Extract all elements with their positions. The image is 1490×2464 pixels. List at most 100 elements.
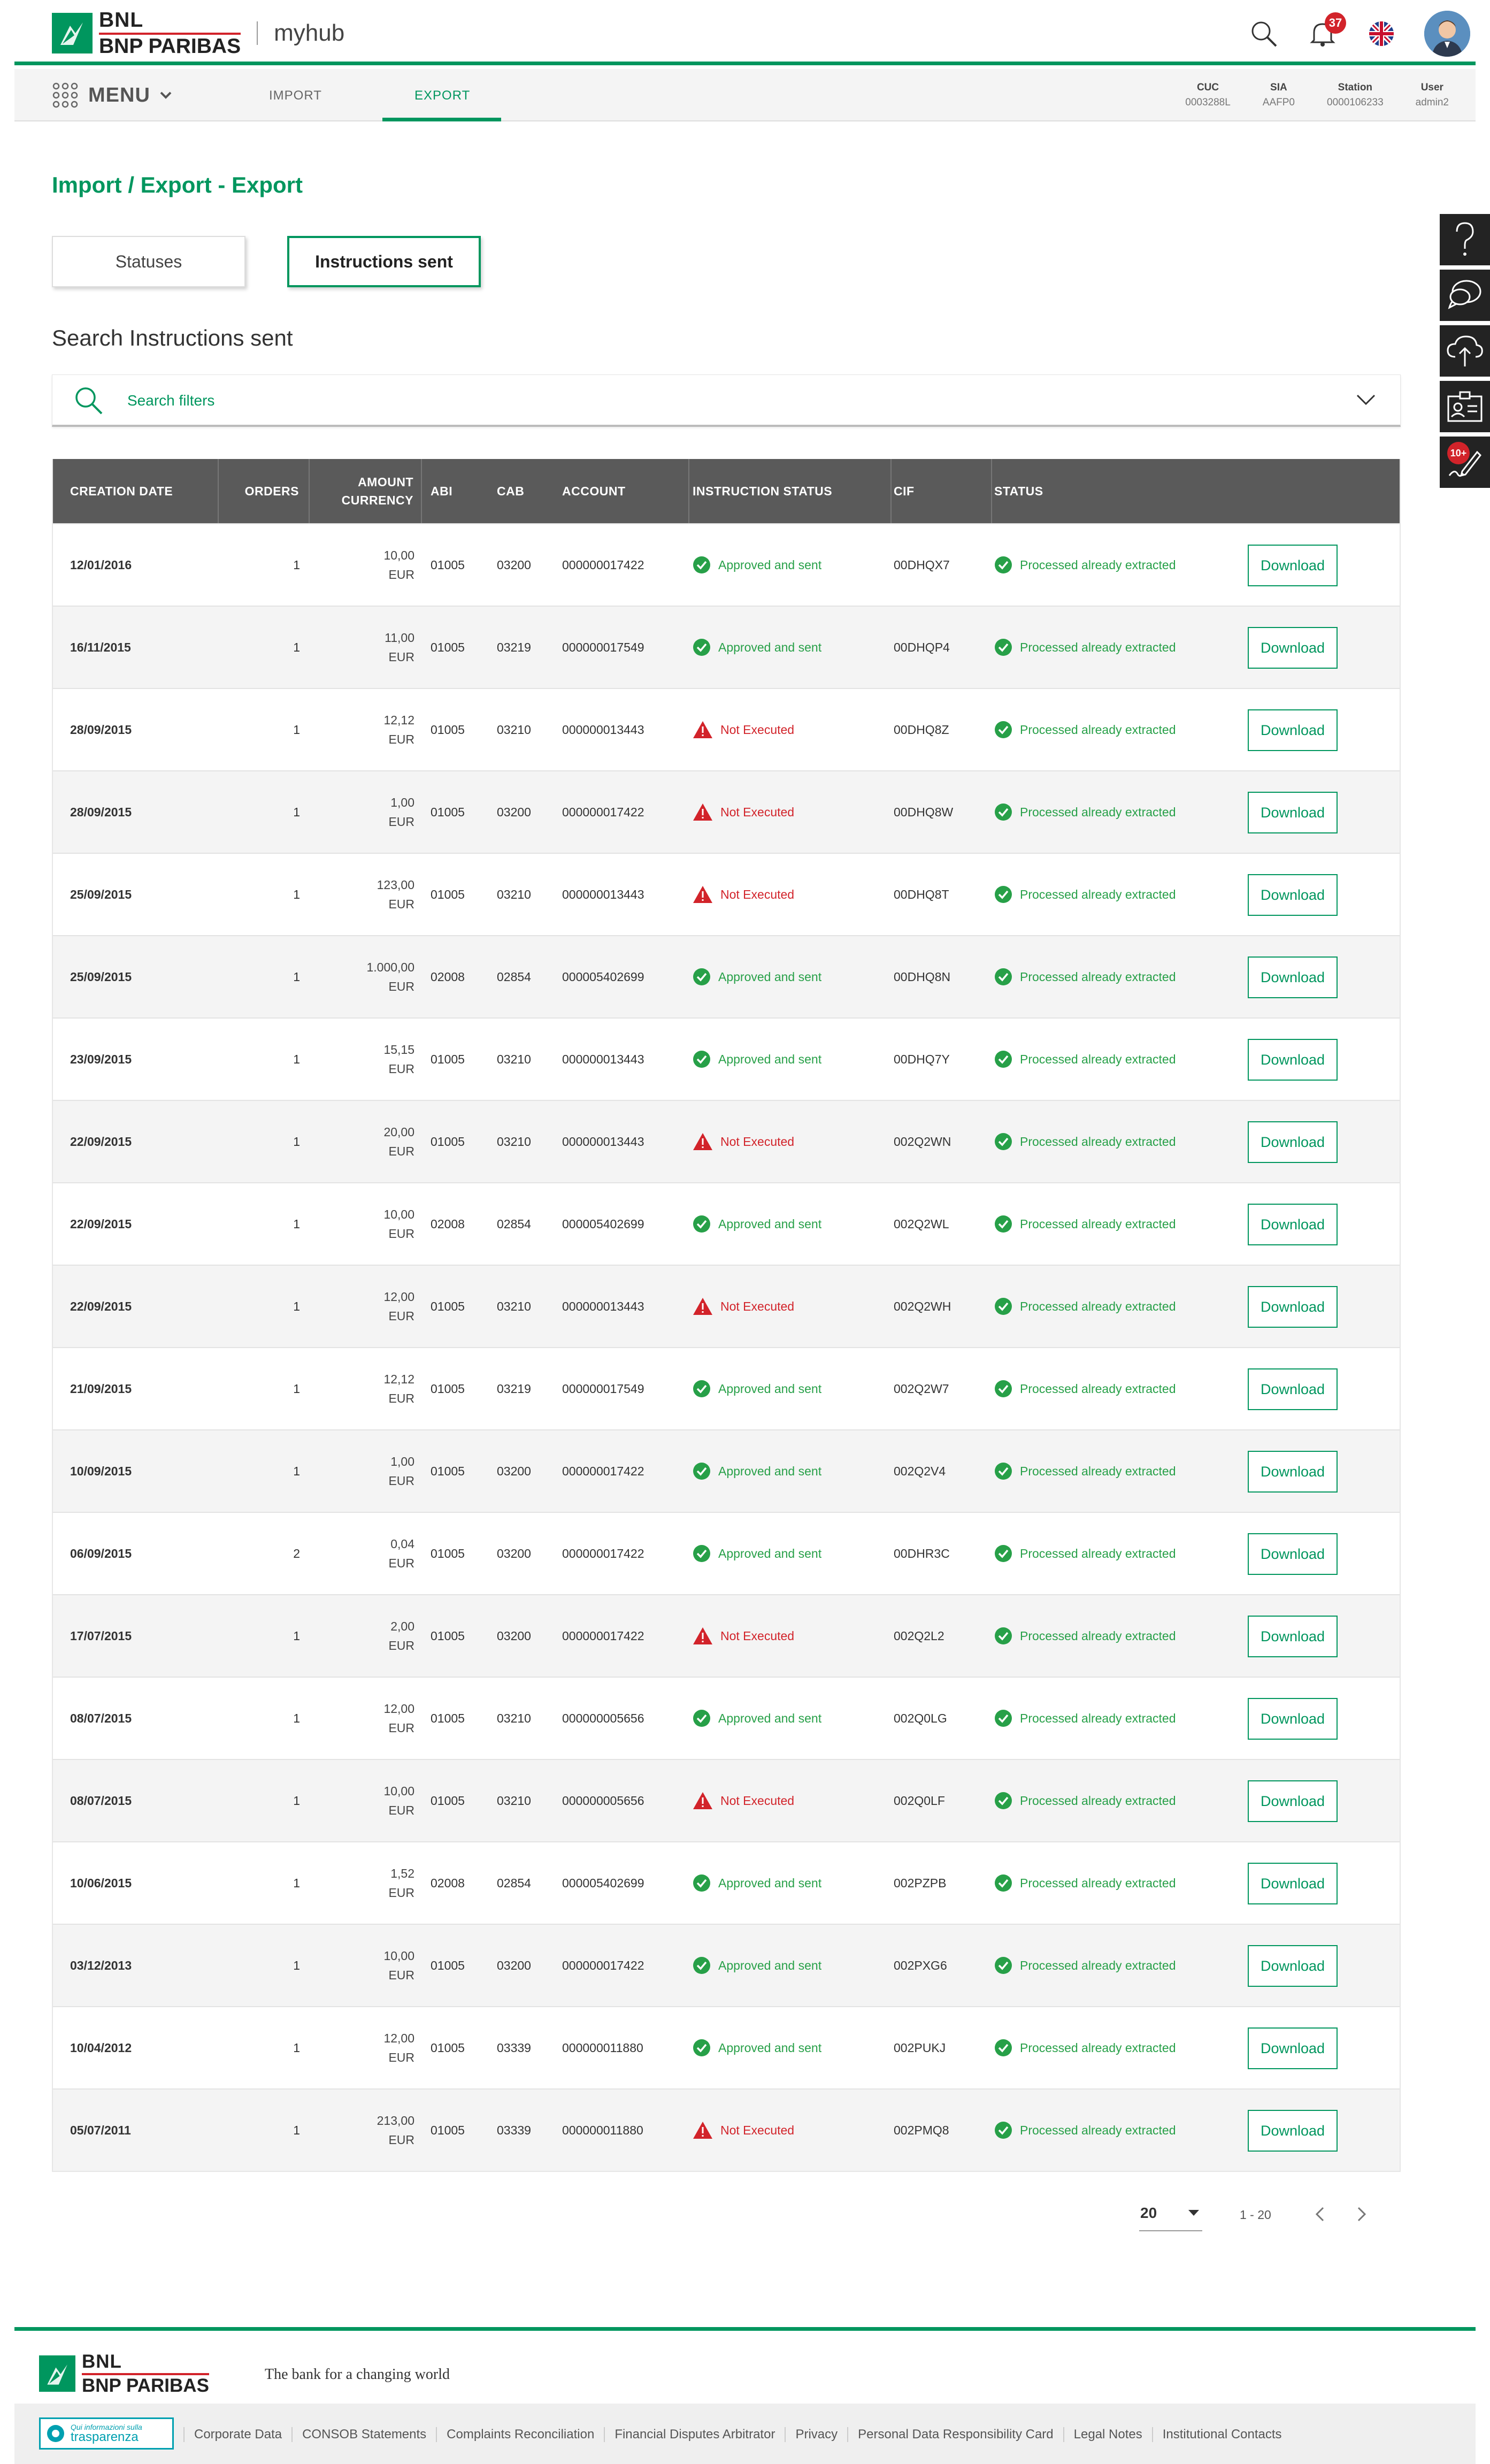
cell-orders: 1 — [293, 1793, 300, 1808]
transparency-badge[interactable]: Qui informazioni sulla trasparenza — [39, 2417, 174, 2450]
check-circle-icon — [693, 1874, 710, 1892]
download-button[interactable]: Download — [1248, 1616, 1338, 1657]
tab-export[interactable]: EXPORT — [414, 88, 470, 103]
download-button[interactable]: Download — [1248, 545, 1338, 586]
col-account[interactable]: ACCOUNT — [562, 459, 689, 523]
check-circle-icon — [995, 1463, 1012, 1480]
footer-logo[interactable]: BNL BNP PARIBAS — [39, 2352, 209, 2395]
check-circle-icon — [693, 1710, 710, 1727]
col-abi[interactable]: ABI — [431, 459, 495, 523]
col-amount-currency[interactable]: AMOUNT CURRENCY — [310, 459, 422, 523]
table-row: 08/07/2015 1 10,00 EUR 01005 03210 00000000565… — [53, 1759, 1400, 1841]
status-label: Processed already extracted — [1020, 1216, 1176, 1231]
cell-cab: 03219 — [497, 1381, 531, 1396]
help-button[interactable] — [1440, 214, 1490, 265]
uk-flag-icon[interactable] — [1365, 18, 1397, 50]
footer-link-personal-data[interactable]: Personal Data Responsibility Card — [847, 2427, 1063, 2442]
footer-brand-line1: BNL — [82, 2351, 122, 2372]
cell-status: Processed already extracted — [994, 936, 1176, 1017]
footer-link-complaints[interactable]: Complaints Reconciliation — [436, 2427, 604, 2442]
footer-link-institutional-contacts[interactable]: Institutional Contacts — [1151, 2427, 1292, 2442]
transparency-icon — [47, 2425, 64, 2442]
cell-cif: 002Q0LG — [894, 1711, 947, 1725]
cell-orders: 1 — [293, 640, 300, 654]
cell-cab: 03339 — [497, 2123, 531, 2137]
col-instruction-status[interactable]: INSTRUCTION STATUS — [693, 459, 892, 523]
col-cab[interactable]: CAB — [497, 459, 561, 523]
download-button[interactable]: Download — [1248, 1780, 1338, 1822]
amount-value: 1,00 — [390, 1455, 414, 1468]
cell-instruction-status: Not Executed — [693, 2090, 794, 2171]
search-icon[interactable] — [1248, 18, 1280, 50]
status-label: Processed already extracted — [1020, 1628, 1176, 1643]
instruction-status-label: Not Executed — [720, 722, 795, 737]
cell-cab: 03200 — [497, 1958, 531, 1972]
download-button[interactable]: Download — [1248, 2027, 1338, 2069]
next-page-button[interactable] — [1355, 2203, 1368, 2228]
search-filters-toggle[interactable]: Search filters — [52, 374, 1401, 427]
footer-link-privacy[interactable]: Privacy — [785, 2427, 847, 2442]
download-button[interactable]: Download — [1248, 1698, 1338, 1740]
col-creation-date[interactable]: CREATION DATE — [53, 459, 219, 523]
warning-triangle-icon — [693, 1133, 712, 1150]
footer-link-legal-notes[interactable]: Legal Notes — [1063, 2427, 1152, 2442]
instructions-sent-tab-button[interactable]: Instructions sent — [287, 236, 481, 287]
download-button[interactable]: Download — [1248, 1121, 1338, 1163]
footer-link-arbitrator[interactable]: Financial Disputes Arbitrator — [604, 2427, 785, 2442]
cell-abi: 01005 — [431, 1546, 465, 1560]
download-button[interactable]: Download — [1248, 1451, 1338, 1493]
status-label: Processed already extracted — [1020, 1711, 1176, 1725]
contacts-button[interactable] — [1440, 381, 1490, 432]
signature-button[interactable]: 10+ — [1440, 437, 1490, 488]
footer-link-corporate-data[interactable]: Corporate Data — [183, 2427, 291, 2442]
chevron-down-icon — [1356, 394, 1376, 405]
upload-button[interactable] — [1440, 325, 1490, 377]
amount-value: 12,12 — [383, 1372, 414, 1386]
user-avatar[interactable] — [1424, 11, 1470, 57]
cell-cab: 03210 — [497, 1793, 531, 1808]
download-button[interactable]: Download — [1248, 1533, 1338, 1575]
page-size-select[interactable]: 20 — [1139, 2196, 1202, 2231]
download-button[interactable]: Download — [1248, 627, 1338, 669]
bell-icon[interactable]: 37 — [1307, 12, 1346, 50]
page-title: Import / Export - Export — [52, 172, 303, 197]
download-button[interactable]: Download — [1248, 956, 1338, 998]
footer-link-consob[interactable]: CONSOB Statements — [291, 2427, 436, 2442]
download-button[interactable]: Download — [1248, 2110, 1338, 2152]
prev-page-button[interactable] — [1314, 2203, 1326, 2228]
statuses-tab-button[interactable]: Statuses — [52, 236, 245, 287]
cell-creation-date: 03/12/2013 — [70, 1958, 132, 1972]
cell-orders: 1 — [293, 2040, 300, 2055]
tab-import[interactable]: IMPORT — [269, 88, 322, 103]
col-orders[interactable]: ORDERS — [219, 459, 310, 523]
cell-abi: 01005 — [431, 1711, 465, 1725]
cell-orders: 1 — [293, 1052, 300, 1066]
download-button[interactable]: Download — [1248, 1039, 1338, 1081]
download-button[interactable]: Download — [1248, 1863, 1338, 1904]
cell-account: 000000017422 — [562, 1464, 644, 1478]
download-button[interactable]: Download — [1248, 1368, 1338, 1410]
chat-button[interactable] — [1440, 270, 1490, 321]
check-circle-icon — [995, 639, 1012, 656]
table-row: 22/09/2015 1 10,00 EUR 02008 02854 00000540269… — [53, 1182, 1400, 1265]
status-label: Processed already extracted — [1020, 1381, 1176, 1396]
download-button[interactable]: Download — [1248, 1286, 1338, 1328]
cell-cab: 02854 — [497, 969, 531, 984]
download-button[interactable]: Download — [1248, 1945, 1338, 1987]
bnl-logo[interactable]: BNL BNP PARIBAS myhub — [52, 10, 344, 57]
download-button[interactable]: Download — [1248, 1204, 1338, 1245]
status-label: Processed already extracted — [1020, 2123, 1176, 2137]
download-button[interactable]: Download — [1248, 874, 1338, 916]
download-button[interactable]: Download — [1248, 792, 1338, 833]
cell-account: 000000011880 — [562, 2123, 643, 2137]
col-status[interactable]: STATUS — [994, 459, 1208, 523]
brand-divider — [257, 21, 258, 45]
cell-cab: 03210 — [497, 1711, 531, 1725]
amount-currency: EUR — [388, 1968, 414, 1982]
cell-cab: 02854 — [497, 1876, 531, 1890]
col-cif[interactable]: CIF — [894, 459, 992, 523]
main-menu-button[interactable]: MENU — [52, 82, 172, 109]
instruction-status-label: Approved and sent — [718, 1052, 822, 1066]
contact-card-icon — [1447, 391, 1483, 422]
download-button[interactable]: Download — [1248, 709, 1338, 751]
